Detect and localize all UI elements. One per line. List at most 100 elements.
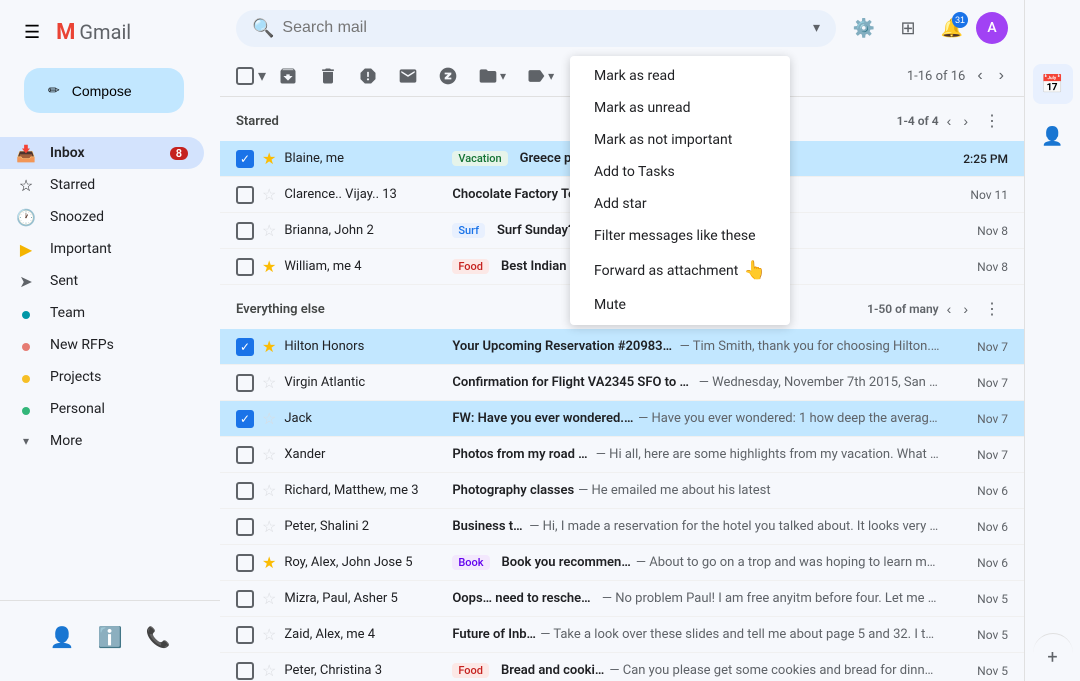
email-checkbox[interactable] [236,518,254,536]
move-button[interactable]: ▾ [470,60,514,92]
star-icon[interactable]: ☆ [262,481,276,500]
starred-more-button[interactable]: ⋮ [976,105,1008,137]
email-checkbox[interactable]: ✓ [236,338,254,356]
delete-button[interactable] [310,60,346,92]
everything-next-button[interactable]: › [959,297,972,321]
email-subject: Book you recommended [502,555,632,570]
context-menu-mark-not-important[interactable]: Mark as not important [570,124,790,156]
everything-more-button[interactable]: ⋮ [976,293,1008,325]
email-tag: Food [452,663,489,678]
email-checkbox[interactable]: ✓ [236,150,254,168]
apps-button[interactable]: ⊞ [888,8,928,48]
email-row[interactable]: ✓ ☆ Jack FW: Have you ever wondered...? … [220,401,1024,437]
star-icon[interactable]: ★ [262,553,276,572]
archive-button[interactable] [270,60,306,92]
settings-button[interactable]: ⚙️ [844,8,884,48]
cursor-pointer-icon: 👆 [744,260,766,281]
label-button[interactable]: ▾ [518,60,562,92]
email-checkbox[interactable] [236,662,254,680]
email-checkbox[interactable] [236,374,254,392]
everything-prev-button[interactable]: ‹ [943,297,956,321]
report-spam-button[interactable] [350,60,386,92]
star-icon[interactable]: ★ [262,149,276,168]
compose-button[interactable]: ✏ Compose [24,68,184,113]
star-icon[interactable]: ☆ [262,373,276,392]
email-row[interactable]: ★ Roy, Alex, John Jose 5 Book Book you r… [220,545,1024,581]
right-panel-calendar-button[interactable]: 📅 [1033,64,1073,104]
email-row[interactable]: ✓ ★ Hilton Honors Your Upcoming Reservat… [220,329,1024,365]
star-icon[interactable]: ☆ [262,517,276,536]
star-icon[interactable]: ☆ [262,445,276,464]
context-menu-add-tasks[interactable]: Add to Tasks [570,156,790,188]
search-dropdown-icon[interactable]: ▾ [813,20,820,36]
starred-section-label: Starred [236,114,279,129]
email-row[interactable]: ☆ Xander Photos from my road trip — Hi a… [220,437,1024,473]
nav-sent[interactable]: ➤ Sent [0,265,204,297]
snooze-button[interactable] [430,60,466,92]
email-checkbox[interactable] [236,482,254,500]
email-checkbox[interactable] [236,186,254,204]
nav-more[interactable]: ▾ More [0,425,204,457]
nav-snoozed[interactable]: 🕐 Snoozed [0,201,204,233]
star-icon[interactable]: ☆ [262,221,276,240]
email-checkbox[interactable] [236,222,254,240]
email-sender: Roy, Alex, John Jose 5 [284,555,444,570]
context-menu-mark-unread[interactable]: Mark as unread [570,92,790,124]
email-checkbox[interactable] [236,446,254,464]
context-menu-mute[interactable]: Mute [570,289,790,321]
sidebar-phone-button[interactable]: 📞 [138,617,178,657]
select-dropdown-button[interactable]: ▾ [258,64,266,88]
email-row[interactable]: ☆ Peter, Shalini 2 Business trip — Hi, I… [220,509,1024,545]
sidebar-info-button[interactable]: ℹ️ [90,617,130,657]
email-sender: Richard, Matthew, me 3 [284,483,444,498]
starred-prev-button[interactable]: ‹ [943,109,956,133]
hamburger-menu-button[interactable]: ☰ [16,14,48,51]
context-menu-forward-attachment[interactable]: Forward as attachment 👆 [570,252,790,289]
avatar[interactable]: A [976,12,1008,44]
nav-personal[interactable]: Personal [0,393,204,425]
email-sender: Brianna, John 2 [284,223,444,238]
email-checkbox[interactable] [236,626,254,644]
context-menu-mark-read[interactable]: Mark as read [570,60,790,92]
email-row[interactable]: ☆ Peter, Christina 3 Food Bread and cook… [220,653,1024,681]
notification-button[interactable]: 🔔 31 [932,8,972,48]
context-menu-filter-messages[interactable]: Filter messages like these [570,220,790,252]
nav-projects[interactable]: Projects [0,361,204,393]
star-icon[interactable]: ★ [262,337,276,356]
search-input[interactable] [282,19,805,37]
right-panel-contacts-button[interactable]: 👤 [1033,116,1073,156]
mark-read-button[interactable] [390,60,426,92]
nav-newrfps[interactable]: New RFPs [0,329,204,361]
star-icon[interactable]: ☆ [262,409,276,428]
email-tag: Food [452,259,489,274]
email-row[interactable]: ☆ Mizra, Paul, Asher 5 Oops… need to res… [220,581,1024,617]
sidebar-contacts-button[interactable]: 👤 [42,617,82,657]
email-sender: Clarence.. Vijay.. 13 [284,187,444,202]
pagination-prev-button[interactable]: ‹ [973,63,986,89]
pagination-next-button[interactable]: › [995,63,1008,89]
right-panel-add-button[interactable]: + [1033,633,1073,673]
team-dot-icon [16,304,36,323]
email-checkbox[interactable] [236,258,254,276]
star-icon[interactable]: ☆ [262,589,276,608]
select-all-checkbox[interactable] [236,67,254,85]
email-preview: — Take a look over these slides and tell… [540,627,940,642]
email-row[interactable]: ☆ Virgin Atlantic Confirmation for Fligh… [220,365,1024,401]
email-checkbox[interactable] [236,554,254,572]
select-checkbox-group: ▾ [236,64,266,88]
email-checkbox[interactable] [236,590,254,608]
context-menu-add-star[interactable]: Add star [570,188,790,220]
email-checkbox[interactable]: ✓ [236,410,254,428]
nav-important[interactable]: ▶ Important [0,233,204,265]
star-icon[interactable]: ☆ [262,625,276,644]
nav-inbox[interactable]: 📥 Inbox 8 [0,137,204,169]
nav-team[interactable]: Team [0,297,204,329]
starred-next-button[interactable]: › [959,109,972,133]
star-icon[interactable]: ☆ [262,661,276,680]
nav-starred[interactable]: ☆ Starred [0,169,204,201]
star-icon[interactable]: ★ [262,257,276,276]
email-row[interactable]: ☆ Richard, Matthew, me 3 Photography cla… [220,473,1024,509]
email-row[interactable]: ☆ Zaid, Alex, me 4 Future of Inbox — Tak… [220,617,1024,653]
star-icon[interactable]: ☆ [262,185,276,204]
inbox-label: Inbox [50,145,156,161]
